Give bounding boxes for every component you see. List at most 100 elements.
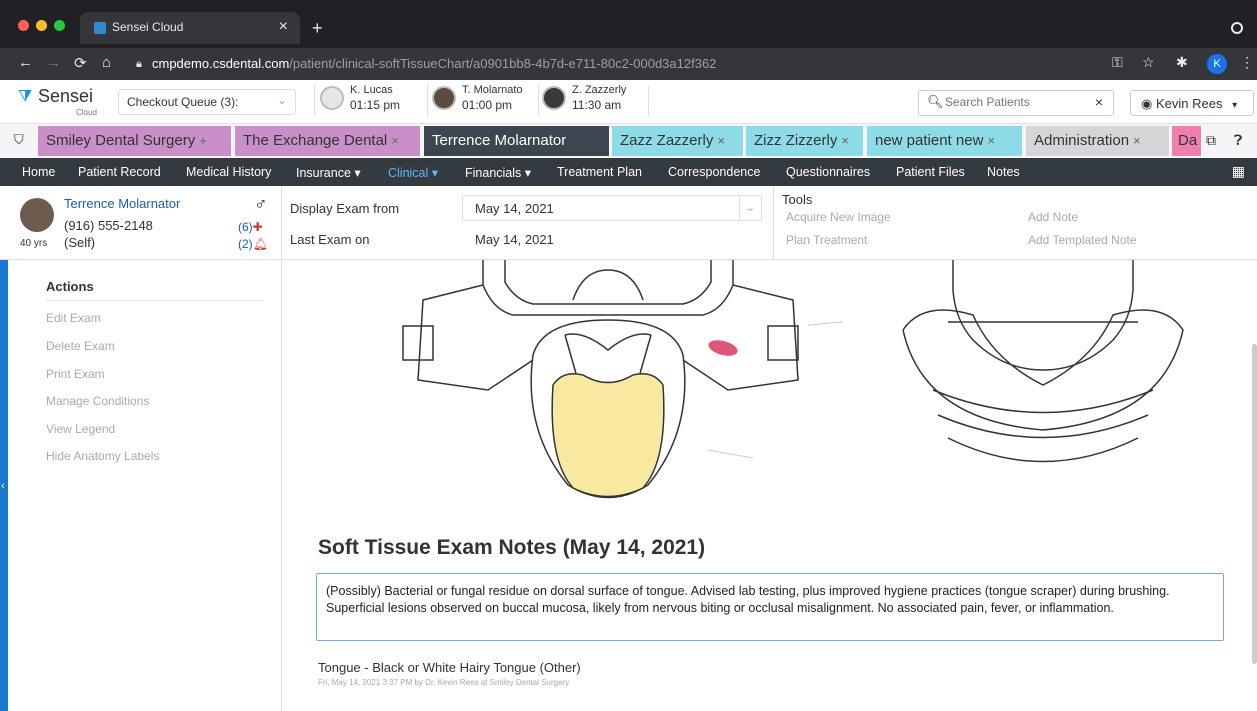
star-icon[interactable]: ☆ xyxy=(1142,54,1155,71)
tools-panel: Tools Acquire New Image Add Note Plan Tr… xyxy=(782,186,1257,260)
annotation-leader xyxy=(807,321,844,326)
user-name: Kevin Rees xyxy=(1155,96,1223,111)
edit-exam-action[interactable]: Edit Exam xyxy=(46,311,101,325)
reload-icon[interactable]: ⟳ xyxy=(74,54,87,72)
view-legend-action[interactable]: View Legend xyxy=(46,422,115,436)
condition-entry-title[interactable]: Tongue - Black or White Hairy Tongue (Ot… xyxy=(318,660,581,675)
soft-tissue-content: Soft Tissue Exam Notes (May 14, 2021) (P… xyxy=(283,260,1257,711)
delete-exam-action[interactable]: Delete Exam xyxy=(46,339,115,353)
palate-outline xyxy=(572,269,644,301)
chevron-down-icon: ▾ xyxy=(1232,100,1238,111)
new-tab-icon[interactable]: + xyxy=(312,18,323,39)
nav-patient-record[interactable]: Patient Record xyxy=(78,165,161,179)
browser-chrome: Sensei Cloud × + ← → ⟳ ⌂ 🔒︎ cmpdemo.csde… xyxy=(0,0,1257,80)
patient-photo xyxy=(20,198,54,232)
tab-close-icon[interactable]: + xyxy=(199,133,207,148)
divider xyxy=(648,86,649,116)
tab-administration[interactable]: Administration × xyxy=(1026,126,1170,156)
appointment-time: 01:15 pm xyxy=(350,98,401,112)
user-menu[interactable]: ◉ Kevin Rees ▾ xyxy=(1130,90,1254,116)
shield-icon[interactable]: ⛉ xyxy=(14,132,24,148)
sidebar-collapse-handle[interactable]: ‹ xyxy=(0,260,8,711)
tab-close-icon[interactable]: × xyxy=(1133,133,1141,148)
brand-name: Sensei xyxy=(38,86,94,106)
favicon-icon xyxy=(94,22,106,34)
sensei-logo-icon: ⧩ xyxy=(18,88,33,105)
record-icon[interactable] xyxy=(1231,22,1243,34)
acquire-new-image-link[interactable]: Acquire New Image xyxy=(786,210,891,224)
chevron-down-icon: ⌄ xyxy=(739,196,761,220)
tab-close-icon[interactable]: × xyxy=(717,133,725,148)
key-icon[interactable]: ⚿ xyxy=(1112,54,1123,71)
tab-close-icon[interactable]: × xyxy=(391,133,399,148)
address-bar[interactable]: 🔒︎ cmpdemo.csdental.com/patient/clinical… xyxy=(130,53,1100,75)
appointment-z-zazzerly[interactable]: Z. Zazzerly 11:30 am xyxy=(542,84,647,118)
profile-avatar[interactable]: K xyxy=(1207,54,1227,74)
tab-da[interactable]: Da xyxy=(1172,126,1202,156)
right-cheek-outline xyxy=(682,284,799,391)
bell-alert-count: (2) xyxy=(238,237,253,251)
bell-alerts[interactable]: (2)🔔︎ xyxy=(238,237,268,251)
nav-notes[interactable]: Notes xyxy=(987,165,1020,179)
notes-textarea[interactable]: (Possibly) Bacterial or fungal residue o… xyxy=(316,573,1224,641)
avatar xyxy=(432,86,456,110)
maximize-window-button[interactable] xyxy=(54,20,65,31)
help-icon[interactable]: ❓︎ xyxy=(1234,132,1242,149)
close-tab-icon[interactable]: × xyxy=(279,18,288,36)
url-path: /patient/clinical-softTissueChart/a0901b… xyxy=(289,56,717,71)
print-exam-action[interactable]: Print Exam xyxy=(46,367,105,381)
tongue-tip-outline xyxy=(564,333,652,351)
tab-terrence-molarnator[interactable]: Terrence Molarnator xyxy=(424,126,610,156)
appointment-k-lucas[interactable]: K. Lucas 01:15 pm xyxy=(320,84,425,118)
scrollbar[interactable] xyxy=(1252,344,1257,664)
url-host: cmpdemo.csdental.com xyxy=(152,56,290,71)
nav-treatment-plan[interactable]: Treatment Plan xyxy=(557,165,642,179)
add-templated-note-link[interactable]: Add Templated Note xyxy=(1028,233,1137,247)
home-icon[interactable]: ⌂ xyxy=(102,54,111,71)
tab-zizz-zizzerly[interactable]: Zizz Zizzerly × xyxy=(746,126,864,156)
clear-search-icon[interactable]: × xyxy=(1095,94,1103,110)
browser-menu-icon[interactable]: ⋮ xyxy=(1240,54,1254,71)
tab-the-exchange-dental[interactable]: The Exchange Dental × xyxy=(235,126,421,156)
soft-tissue-chart[interactable] xyxy=(283,260,1257,512)
tab-close-icon[interactable]: × xyxy=(841,133,849,148)
plan-treatment-link[interactable]: Plan Treatment xyxy=(786,233,867,247)
tongue-highlight xyxy=(551,373,665,498)
nav-financials[interactable]: Financials ▾ xyxy=(465,165,531,180)
back-icon[interactable]: ← xyxy=(18,54,33,71)
nav-correspondence[interactable]: Correspondence xyxy=(668,165,760,179)
search-icon: 🔍︎ xyxy=(927,94,944,109)
search-input[interactable] xyxy=(945,95,1085,109)
checkout-queue-select[interactable]: Checkout Queue (3): ⌄ xyxy=(118,89,296,115)
app-header: ⧩ Sensei Cloud Checkout Queue (3): ⌄ K. … xyxy=(0,80,1257,124)
tab-smiley-dental-surgery[interactable]: Smiley Dental Surgery + xyxy=(38,126,232,156)
forward-icon[interactable]: → xyxy=(46,54,61,71)
nav-questionnaires[interactable]: Questionnaires xyxy=(786,165,870,179)
nav-patient-files[interactable]: Patient Files xyxy=(896,165,965,179)
close-window-button[interactable] xyxy=(18,20,29,31)
tab-new-patient-new[interactable]: new patient new × xyxy=(867,126,1023,156)
manage-conditions-action[interactable]: Manage Conditions xyxy=(46,394,149,408)
patient-search[interactable]: 🔍︎ × xyxy=(918,90,1114,116)
patient-info-bar: 40 yrs Terrence Molarnator (916) 555-214… xyxy=(0,186,1257,260)
minimize-window-button[interactable] xyxy=(36,20,47,31)
brand-sub: Cloud xyxy=(76,108,97,117)
patient-name-link[interactable]: Terrence Molarnator xyxy=(64,196,180,211)
medical-alerts[interactable]: (6)✚ xyxy=(238,220,263,234)
browser-tab[interactable]: Sensei Cloud × xyxy=(80,12,300,44)
avatar xyxy=(320,86,344,110)
appointment-t-molarnato[interactable]: T. Molarnato 01:00 pm xyxy=(432,84,537,118)
calendar-icon[interactable]: ▦ xyxy=(1232,163,1245,180)
nav-home[interactable]: Home xyxy=(22,165,55,179)
nav-clinical[interactable]: Clinical ▾ xyxy=(388,165,438,180)
nav-medical-history[interactable]: Medical History xyxy=(186,165,271,179)
tab-label: new patient new xyxy=(875,132,984,149)
popout-icon[interactable]: ⧉ xyxy=(1206,132,1216,149)
add-note-link[interactable]: Add Note xyxy=(1028,210,1078,224)
extensions-icon[interactable]: ✱ xyxy=(1176,54,1188,71)
hide-anatomy-labels-action[interactable]: Hide Anatomy Labels xyxy=(46,449,159,463)
tab-label: Smiley Dental Surgery xyxy=(46,132,196,149)
nav-insurance[interactable]: Insurance ▾ xyxy=(296,165,361,180)
tab-close-icon[interactable]: × xyxy=(987,133,995,148)
tab-zazz-zazzerly[interactable]: Zazz Zazzerly × xyxy=(612,126,744,156)
